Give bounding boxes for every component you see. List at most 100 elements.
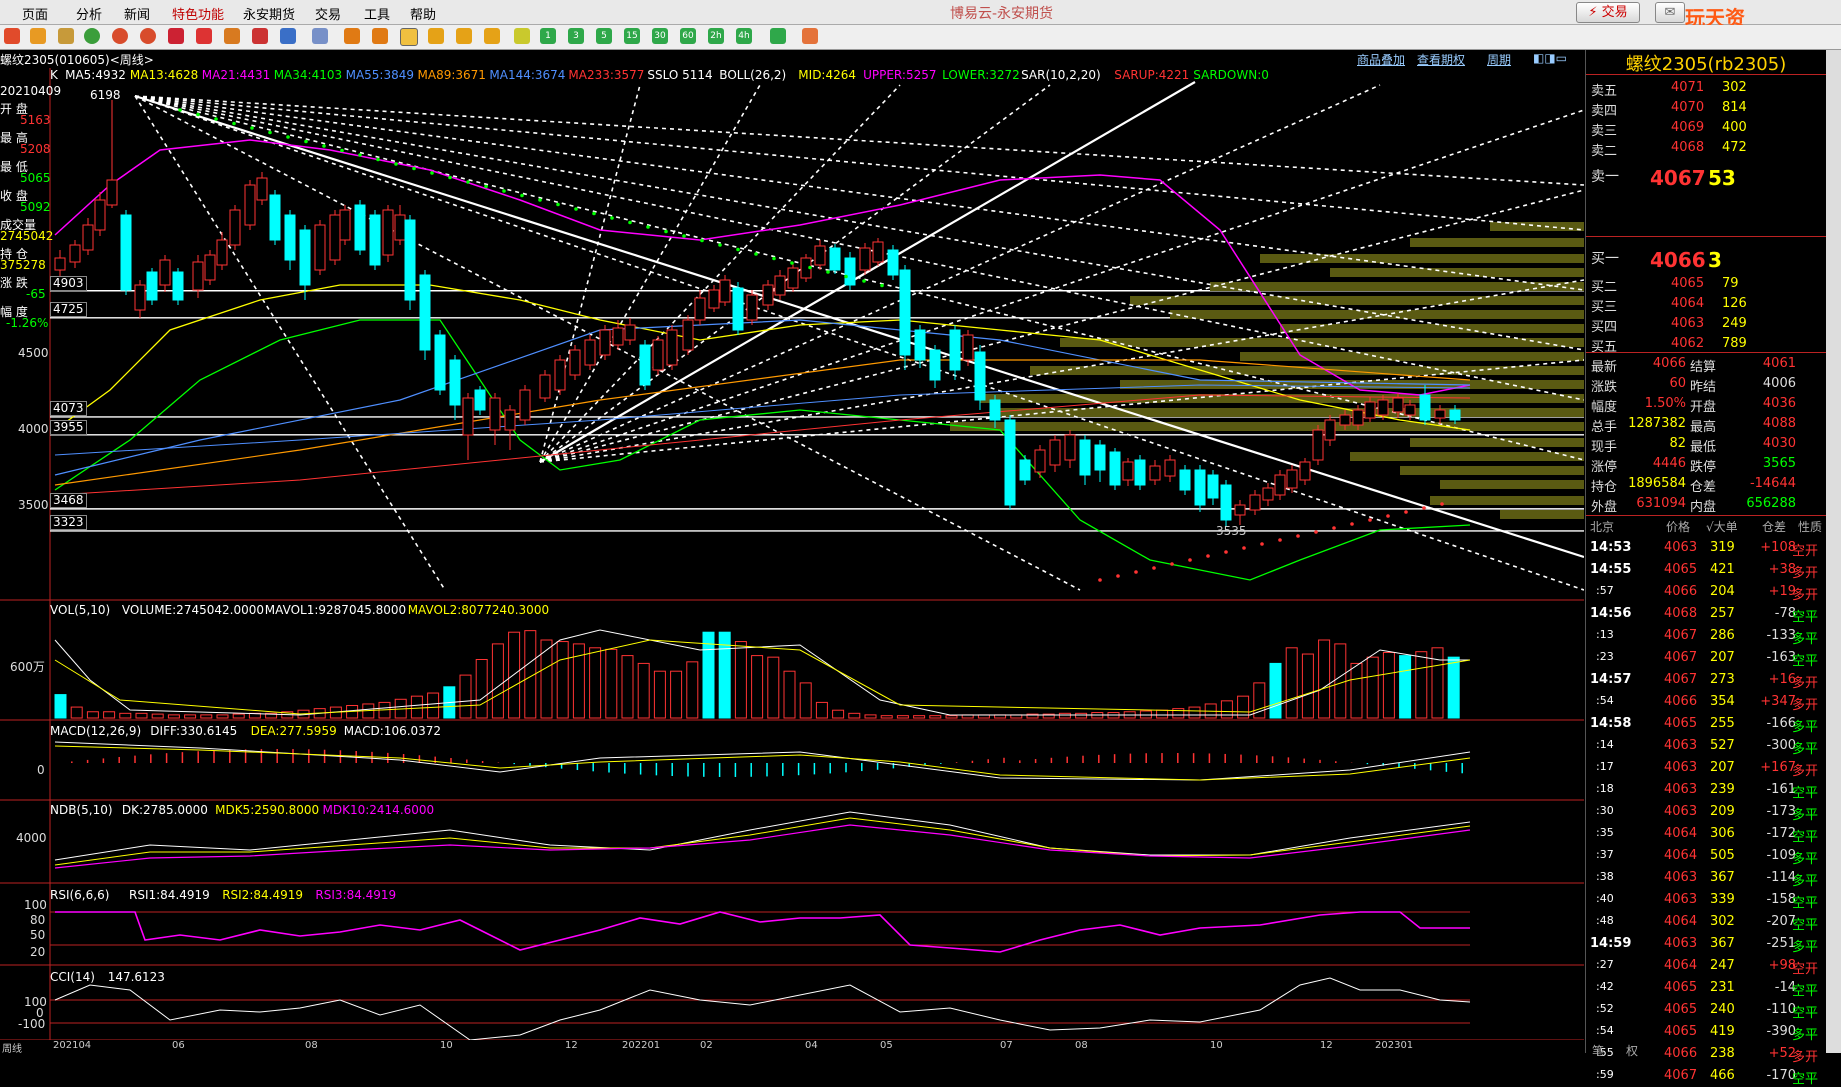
stat-value: 60 [1669,376,1686,391]
bid-row: 买四 4063 249 [1586,314,1826,335]
menu-item[interactable]: 永安期货 [243,4,295,23]
zoom-out-icon[interactable] [140,28,156,44]
sar-dot [1134,570,1138,574]
volume-bar [508,631,521,719]
period-button[interactable]: 1 [540,28,556,44]
tick-price: 4063 [1664,782,1698,797]
info-vol: 2745042 [0,229,54,243]
candle-body [192,261,204,291]
tick-row: :48 4064 302 -207 空平 [1586,912,1826,933]
sar-dot [412,166,416,171]
candle-body [1094,444,1106,471]
tick-price: 4065 [1664,716,1698,731]
tick-time: :52 [1596,1002,1614,1015]
sar-dot [826,270,830,274]
tick-nature: 多平 [1792,940,1819,955]
stat-label: 昨结 [1690,380,1717,395]
menu-item[interactable]: 帮助 [410,4,436,23]
volume-bar [1318,639,1331,719]
menu-item[interactable]: 分析 [76,4,102,23]
menu-item[interactable]: 页面 [22,4,48,23]
filter-icon[interactable] [770,28,786,44]
folder-icon[interactable] [30,28,46,44]
tick-volume: 240 [1710,1002,1735,1017]
stat-value: 4036 [1762,396,1796,411]
sar-dot [1368,518,1372,522]
volume-bar [151,713,164,719]
rsi-axis-label: 50 [30,928,46,942]
chart-type-icon[interactable] [168,28,184,44]
layout-icon[interactable] [58,28,74,44]
candle-body [929,349,941,381]
volume-bar [1139,710,1152,719]
indicator-icon[interactable] [252,28,268,44]
grid-icon[interactable] [312,28,328,44]
trade-button[interactable]: ⚡ 交易 [1576,2,1640,23]
period-button[interactable]: 60 [680,28,696,44]
menu-item[interactable]: 交易 [315,4,341,23]
sar-dot [1224,550,1228,554]
refresh-icon[interactable] [84,28,100,44]
time-axis-label: 202104 [53,1040,92,1051]
candle-body [1164,459,1176,477]
cross-icon[interactable] [514,28,530,44]
tick-time: :17 [1596,760,1614,773]
period-button[interactable]: 15 [624,28,640,44]
indicator-value: 147.6123 [107,970,165,984]
stat-value: 4066 [1652,356,1686,371]
indicator-value: RSI2:84.4919 [222,888,303,902]
volume-bar [216,714,229,719]
month-icon[interactable] [428,28,444,44]
settings-icon[interactable] [280,28,296,44]
period-button[interactable]: 5 [596,28,612,44]
volume-bar [1447,656,1460,719]
stat-label: 外盘 [1591,500,1618,515]
menu-item[interactable]: 特色功能 [172,4,224,23]
tick-time: :30 [1596,804,1614,817]
menu-item[interactable]: 新闻 [124,4,150,23]
volume-bar [54,694,67,719]
sar-dot [232,121,236,126]
message-icon[interactable]: ✉ [1655,2,1685,23]
tick-price: 4066 [1664,584,1698,599]
candle-body [814,245,826,266]
period-button[interactable]: 2h [708,28,724,44]
day-icon[interactable] [372,28,388,44]
pen-icon[interactable] [224,28,240,44]
ask-label: 卖一 [1591,169,1619,185]
ask-row: 卖二 4068 472 [1586,138,1826,159]
sar-dot [1206,554,1210,558]
sar-dot [754,252,758,256]
menu-bar: 页面 分析 新闻 特色功能 永安期货 交易 工具 帮助 博易云-永安期货 ⚡ 交… [0,0,1841,55]
tick-oi-change: +167 [1760,760,1796,775]
candle-body [369,214,381,266]
volume-bar [848,712,861,719]
candle-body [204,254,216,281]
candle-body [120,214,132,291]
tick-nature: 空开 [1792,544,1819,559]
year-icon[interactable] [484,28,500,44]
tick-time: :18 [1596,782,1614,795]
candle-body [489,397,501,431]
stat-value: 1896584 [1628,476,1686,491]
period-button[interactable]: 4h [736,28,752,44]
minute-icon[interactable] [344,28,360,44]
week-icon[interactable] [400,28,418,46]
period-button[interactable]: 3 [568,28,584,44]
calendar-icon[interactable] [802,28,818,44]
zoom-in-icon[interactable] [112,28,128,44]
tick-nature: 多平 [1792,852,1819,867]
bid-label: 买三 [1591,300,1618,315]
period-button[interactable]: 30 [652,28,668,44]
tick-price: 4063 [1664,870,1698,885]
time-axis-label: 10 [1210,1040,1223,1051]
candle-body [844,257,856,286]
scrollbar[interactable] [1826,50,1841,1053]
tick-volume: 239 [1710,782,1735,797]
ticks-header-cell: √大单 [1706,520,1738,534]
menu-item[interactable]: 工具 [364,4,390,23]
stat-value: 3565 [1762,456,1796,471]
quarter-icon[interactable] [456,28,472,44]
draw-line-icon[interactable] [196,28,212,44]
home-icon[interactable] [4,28,20,44]
